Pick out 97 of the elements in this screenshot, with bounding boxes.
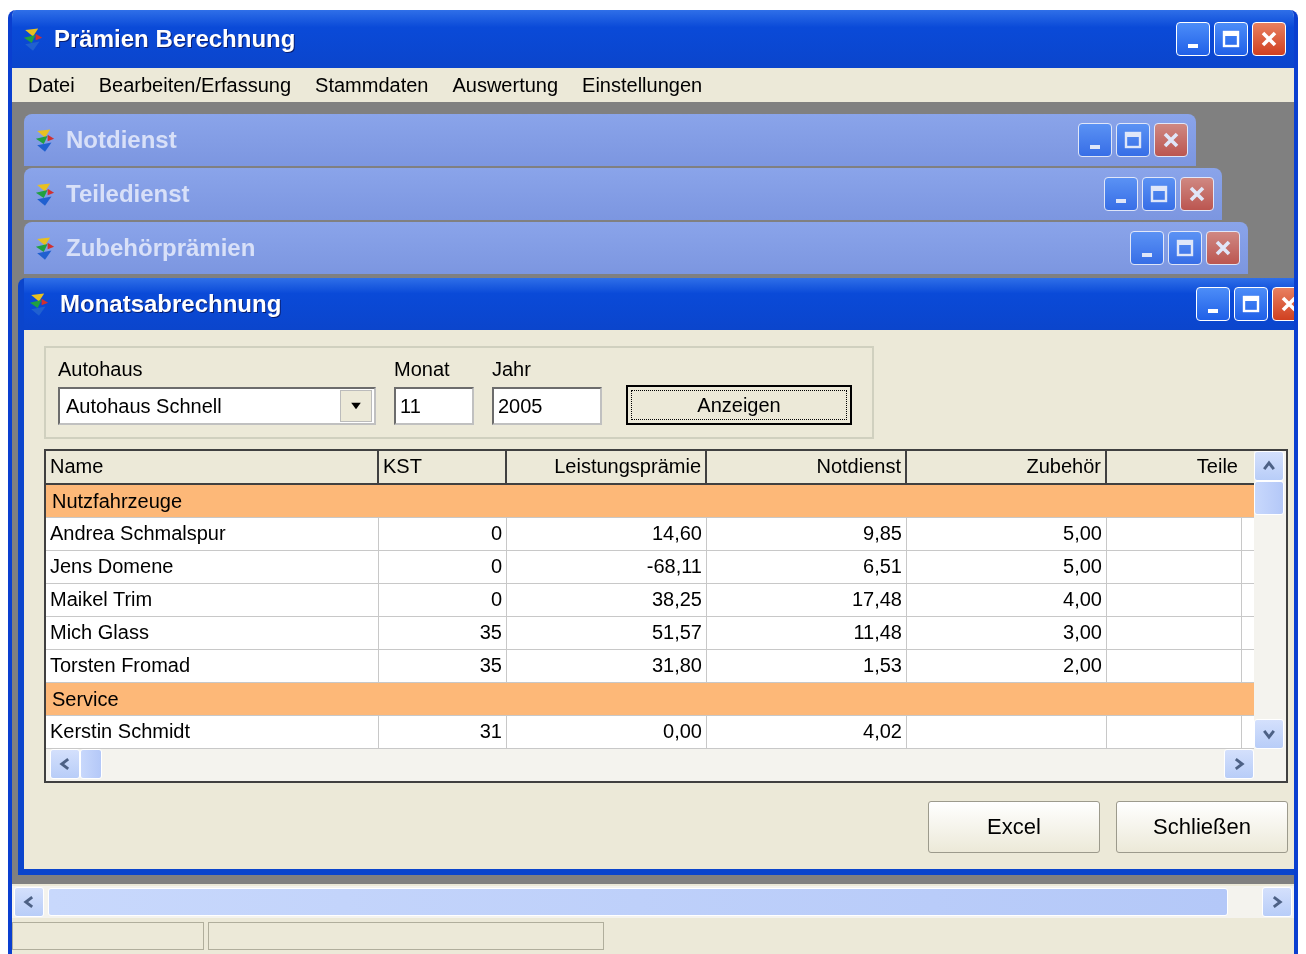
table-cell: 31 <box>479 720 502 742</box>
vertical-scrollbar[interactable] <box>1254 451 1286 749</box>
menu-item[interactable]: Einstellungen <box>582 73 703 97</box>
close-icon <box>1187 184 1207 204</box>
scroll-thumb[interactable] <box>80 749 102 779</box>
maximize-icon <box>1221 29 1241 49</box>
horizontal-scrollbar[interactable] <box>12 886 1294 918</box>
close-icon <box>1279 294 1294 314</box>
minimize-icon <box>1188 44 1198 48</box>
close-window-button[interactable]: Schließen <box>1116 801 1288 853</box>
month-input[interactable]: 11 <box>394 387 474 425</box>
table-cell: Mich Glass <box>50 621 149 643</box>
maximize-button[interactable] <box>1234 287 1268 321</box>
table-cell: 35 <box>479 621 502 643</box>
maximize-icon <box>1149 184 1169 204</box>
maximize-button[interactable] <box>1116 123 1150 157</box>
column-header[interactable]: KST <box>379 451 507 483</box>
table-cell: 2,00 <box>1063 654 1102 676</box>
close-button[interactable] <box>1206 231 1240 265</box>
table-cell: 31,80 <box>651 654 702 676</box>
field-label: Jahr <box>492 358 532 381</box>
maximize-icon <box>1123 130 1143 150</box>
table-cell: 3,00 <box>1063 621 1102 643</box>
table-cell: 35 <box>479 654 502 676</box>
field-label: Autohaus <box>58 358 144 381</box>
table-cell: 14,60 <box>651 522 702 544</box>
group-name: Nutzfahrzeuge <box>52 489 183 513</box>
scroll-thumb[interactable] <box>1254 481 1284 515</box>
minimize-icon <box>1116 199 1126 203</box>
scroll-down-button[interactable] <box>1254 719 1284 749</box>
minimize-button[interactable] <box>1196 287 1230 321</box>
table-cell: 17,48 <box>851 588 902 610</box>
window-title: Monatsabrechnung <box>60 290 282 318</box>
table-cell: 4,02 <box>863 720 902 742</box>
table-cell: 5,00 <box>1063 522 1102 544</box>
table-cell: -68,11 <box>646 555 702 577</box>
table-cell: Torsten Fromad <box>50 654 191 676</box>
menu-item[interactable]: Datei <box>28 73 75 97</box>
maximize-icon <box>1175 238 1195 258</box>
close-button[interactable] <box>1154 123 1188 157</box>
window-title: Teiledienst <box>66 180 190 208</box>
table-cell: 6,51 <box>863 555 902 577</box>
minimize-icon <box>1142 253 1152 257</box>
table-cell: Andrea Schmalspur <box>50 522 226 544</box>
window-title: Zubehörprämien <box>66 234 256 262</box>
column-header[interactable]: Notdienst <box>707 451 907 483</box>
table-cell: 1,53 <box>863 654 902 676</box>
scroll-up-button[interactable] <box>1254 451 1284 481</box>
horizontal-scrollbar[interactable] <box>46 749 1286 781</box>
scroll-left-button[interactable] <box>14 887 44 917</box>
scroll-right-button[interactable] <box>1262 887 1292 917</box>
table-cell: 5,00 <box>1063 555 1102 577</box>
close-icon <box>1259 29 1279 49</box>
minimize-icon <box>1090 145 1100 149</box>
menu-item[interactable]: Stammdaten <box>315 73 429 97</box>
table-cell: 4,00 <box>1063 588 1102 610</box>
column-header[interactable]: Name <box>46 451 379 483</box>
close-button[interactable] <box>1180 177 1214 211</box>
maximize-button[interactable] <box>1214 22 1248 56</box>
menu-item[interactable]: Bearbeiten/Erfassung <box>98 73 292 97</box>
table-cell: Maikel Trim <box>50 588 153 610</box>
window-title: Notdienst <box>66 126 177 154</box>
table-cell: 0,00 <box>663 720 702 742</box>
table-cell: 0 <box>490 588 502 610</box>
table-cell: 0 <box>490 522 502 544</box>
minimize-button[interactable] <box>1078 123 1112 157</box>
table-cell: 9,85 <box>863 522 902 544</box>
table-cell: 38,25 <box>651 588 702 610</box>
column-header[interactable]: Teile <box>1107 451 1242 483</box>
maximize-icon <box>1241 294 1261 314</box>
group-name: Service <box>52 687 119 711</box>
maximize-button[interactable] <box>1168 231 1202 265</box>
column-header[interactable]: Leistungsprämie <box>507 451 707 483</box>
menu-item[interactable]: Auswertung <box>452 73 559 97</box>
table-cell: Jens Domene <box>50 555 174 577</box>
table-cell: 11,48 <box>853 621 902 643</box>
excel-button[interactable]: Excel <box>928 801 1100 853</box>
close-icon <box>1161 130 1181 150</box>
table-cell: Kerstin Schmidt <box>50 720 191 742</box>
table-cell: 51,57 <box>651 621 702 643</box>
year-input[interactable]: 2005 <box>492 387 602 425</box>
close-button[interactable] <box>1252 22 1286 56</box>
minimize-icon <box>1208 309 1218 313</box>
maximize-button[interactable] <box>1142 177 1176 211</box>
table-cell: 0 <box>490 555 502 577</box>
dealer-dropdown[interactable]: Autohaus Schnell <box>58 387 376 425</box>
window-title: Prämien Berechnung <box>54 25 296 53</box>
minimize-button[interactable] <box>1130 231 1164 265</box>
scroll-right-button[interactable] <box>1224 749 1254 779</box>
show-button[interactable]: Anzeigen <box>626 385 852 425</box>
scroll-thumb[interactable] <box>48 888 1228 916</box>
scroll-left-button[interactable] <box>50 749 80 779</box>
close-icon <box>1213 238 1233 258</box>
minimize-button[interactable] <box>1104 177 1138 211</box>
column-header[interactable]: Zubehör <box>907 451 1107 483</box>
field-label: Monat <box>394 358 451 381</box>
minimize-button[interactable] <box>1176 22 1210 56</box>
